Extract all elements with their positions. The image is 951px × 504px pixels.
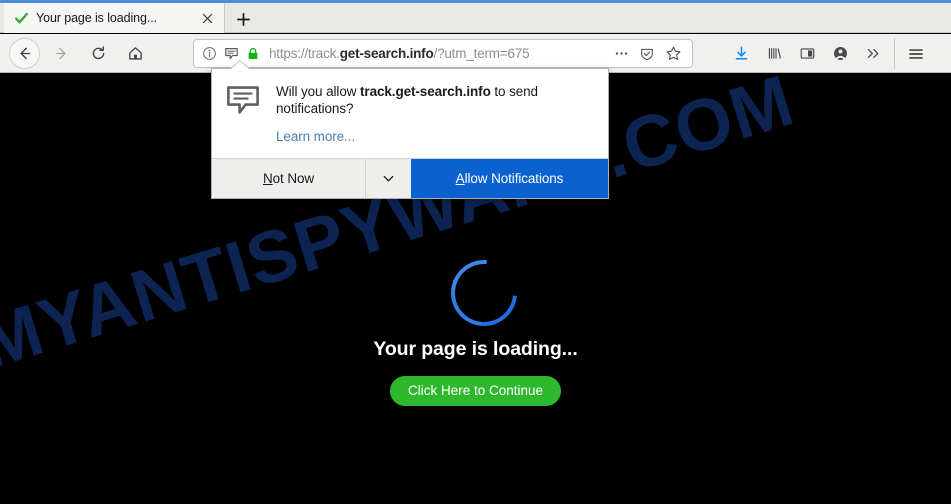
toolbar-icons [725, 38, 932, 69]
browser-window: Your page is loading... https://track.ge… [0, 0, 951, 504]
ellipsis-icon[interactable] [608, 40, 634, 67]
reload-button[interactable] [83, 38, 114, 69]
check-icon [14, 11, 29, 26]
info-icon[interactable] [198, 40, 220, 67]
popup-actions: Not Now Allow Notifications [212, 158, 608, 198]
url-bar[interactable]: https://track.get-search.info/?utm_term=… [193, 39, 693, 68]
sidebar-icon[interactable] [791, 38, 824, 69]
allow-notifications-button[interactable]: Allow Notifications [411, 159, 608, 198]
notification-permission-popup: Will you allow track.get-search.info to … [211, 68, 609, 199]
click-here-to-continue-button[interactable]: Click Here to Continue [390, 376, 561, 406]
allow-label: llow Notifications [464, 171, 564, 186]
chevron-down-icon[interactable] [366, 159, 411, 198]
tab-title: Your page is loading... [36, 11, 157, 25]
shield-icon[interactable] [634, 40, 660, 67]
hamburger-menu-icon[interactable] [899, 38, 932, 69]
popup-text-column: Will you allow track.get-search.info to … [276, 83, 594, 158]
url-domain: get-search.info [339, 46, 434, 61]
close-icon[interactable] [196, 7, 218, 29]
notification-bubble-icon [226, 85, 260, 158]
url-suffix: /?utm_term=675 [433, 46, 530, 61]
not-now-accesskey: N [262, 171, 273, 186]
urlbar-actions [608, 40, 686, 67]
popup-question-lead: Will you allow [276, 84, 361, 99]
star-icon[interactable] [660, 40, 686, 67]
allow-accesskey: A [455, 171, 465, 186]
popup-question-domain: track.get-search.info [360, 84, 491, 99]
forward-button[interactable] [46, 38, 77, 69]
home-button[interactable] [120, 38, 151, 69]
url-prefix: https://track. [269, 46, 340, 61]
not-now-button[interactable]: Not Now [212, 159, 366, 198]
library-icon[interactable] [758, 38, 791, 69]
account-icon[interactable] [824, 38, 857, 69]
overflow-chevrons-icon[interactable] [857, 38, 890, 69]
tab-strip: Your page is loading... [0, 3, 951, 33]
loading-spinner-icon [437, 246, 531, 340]
popup-body: Will you allow track.get-search.info to … [212, 69, 608, 158]
url-text[interactable]: https://track.get-search.info/?utm_term=… [269, 46, 608, 61]
tab-your-page-is-loading[interactable]: Your page is loading... [4, 3, 225, 33]
downloads-icon[interactable] [725, 38, 758, 69]
back-button[interactable] [9, 38, 40, 69]
popup-question: Will you allow track.get-search.info to … [276, 83, 594, 117]
loading-heading: Your page is loading... [373, 338, 578, 360]
new-tab-button[interactable] [230, 6, 256, 32]
not-now-label: ot Now [272, 171, 315, 186]
learn-more-link[interactable]: Learn more... [276, 129, 355, 144]
toolbar-separator [894, 38, 895, 69]
popup-pointer-arrow [231, 61, 249, 69]
